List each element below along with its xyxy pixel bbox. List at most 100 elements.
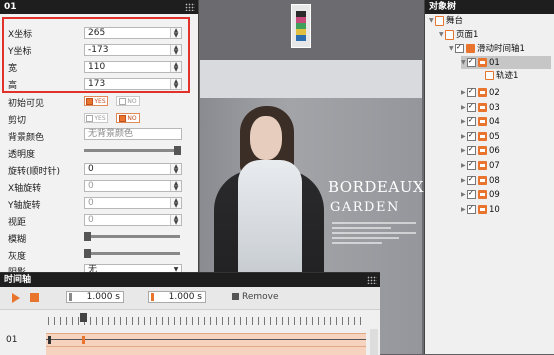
visible-checkbox[interactable]	[467, 129, 476, 142]
initial-visible-label: 初始可见	[8, 99, 45, 109]
brand-title-line1: BORDEAUX	[328, 178, 425, 196]
image-icon	[478, 102, 487, 112]
visible-checkbox[interactable]	[467, 158, 476, 171]
tree-item-09[interactable]: ▶09	[461, 187, 500, 201]
blur-label: 模糊	[8, 235, 27, 245]
clip-no[interactable]: NO	[116, 113, 140, 123]
panel-grip-icon[interactable]	[367, 276, 377, 284]
tree-item-stage[interactable]: ▼ 舞台	[429, 14, 463, 27]
visible-checkbox[interactable]	[467, 85, 476, 98]
image-icon	[478, 175, 487, 185]
rotation-input[interactable]: 0 ▲ ▼	[84, 163, 182, 175]
track-row[interactable]	[46, 333, 366, 347]
timeline-title: 时间轴	[0, 273, 380, 287]
properties-title: 01	[0, 0, 198, 14]
visible-checkbox[interactable]	[467, 187, 476, 200]
spinner-icon[interactable]: ▲ ▼	[170, 215, 181, 226]
hand-icon	[466, 44, 475, 53]
bg-color-input[interactable]: 无背景颜色	[84, 128, 182, 140]
bg-color-label: 背景颜色	[8, 133, 45, 143]
image-icon	[478, 161, 487, 170]
spinner-icon[interactable]: ▲ ▼	[170, 198, 181, 209]
image-icon	[478, 204, 487, 214]
opacity-slider-knob[interactable]	[174, 146, 181, 155]
grayscale-slider[interactable]	[84, 249, 180, 258]
width-label: 宽	[8, 64, 18, 74]
panel-grip-icon[interactable]	[185, 3, 195, 11]
clip-label: 剪切	[8, 116, 27, 126]
x-rotation-input[interactable]: 0 ▲ ▼	[84, 180, 182, 192]
timeline-scrollbar[interactable]	[370, 329, 378, 355]
visible-checkbox[interactable]	[467, 55, 476, 68]
visible-checkbox[interactable]	[467, 114, 476, 127]
blur-slider[interactable]	[84, 232, 180, 241]
timeline-panel: 时间轴 1.000 s 1.000 s Remove 01	[0, 272, 380, 355]
clip-yes[interactable]: YES	[84, 113, 108, 123]
brand-fineprint	[332, 222, 416, 247]
y-rotation-input[interactable]: 0 ▲ ▼	[84, 197, 182, 209]
tree-item-08[interactable]: ▶08	[461, 173, 500, 187]
rotation-label: 旋转(顺时针)	[8, 167, 61, 177]
tree-item-10[interactable]: ▶10	[461, 202, 500, 216]
spinner-icon[interactable]: ▲ ▼	[170, 45, 181, 56]
perspective-label: 视距	[8, 218, 27, 228]
stop-icon[interactable]	[30, 293, 39, 302]
keyframe-selected[interactable]	[82, 336, 85, 344]
grayscale-label: 灰度	[8, 252, 27, 262]
image-icon	[478, 58, 487, 67]
visible-checkbox[interactable]	[467, 143, 476, 156]
width-input[interactable]: 110 ▲ ▼	[84, 61, 182, 73]
object-tree-panel: 对象树 ▼舞台 ▼页面1 ▼滑动时间轴1 ▼01 轨迹1 ▶02▶03▶04▶0…	[424, 0, 554, 354]
x-input[interactable]: 265 ▲ ▼	[84, 27, 182, 39]
time-start-input[interactable]: 1.000 s	[66, 291, 124, 303]
time-end-input[interactable]: 1.000 s	[148, 291, 206, 303]
page-icon	[445, 29, 454, 40]
y-rotation-label: Y轴旋转	[8, 201, 41, 211]
spinner-icon[interactable]: ▲ ▼	[170, 79, 181, 90]
visible-checkbox[interactable]	[467, 202, 476, 215]
spinner-icon[interactable]: ▲ ▼	[170, 164, 181, 175]
tree-item-track[interactable]: 轨迹1	[485, 70, 518, 83]
keyframe[interactable]	[48, 336, 51, 344]
visible-checkbox[interactable]	[455, 41, 464, 54]
tree-item-scroller[interactable]: ▼滑动时间轴1	[449, 41, 525, 55]
initial-visible-no[interactable]: NO	[116, 96, 140, 106]
tree-item-07[interactable]: ▶07	[461, 158, 500, 172]
spinner-icon[interactable]: ▲ ▼	[170, 62, 181, 73]
spinner-icon[interactable]: ▲ ▼	[170, 28, 181, 39]
properties-panel: 01 X坐标 265 ▲ ▼ Y坐标 -173 ▲ ▼ 宽 110 ▲ ▼ 高 173 ▲ ▼ …	[0, 0, 199, 278]
visible-checkbox[interactable]	[467, 173, 476, 186]
playhead-handle[interactable]	[80, 313, 87, 322]
tree-item-05[interactable]: ▶05	[461, 129, 500, 143]
visible-checkbox[interactable]	[467, 100, 476, 113]
blur-slider-knob[interactable]	[84, 232, 91, 241]
track-label: 01	[6, 335, 18, 345]
brand-title-line2: GARDEN	[330, 200, 400, 215]
tree-item-06[interactable]: ▶06	[461, 143, 500, 157]
x-rotation-label: X轴旋转	[8, 184, 42, 194]
initial-visible-yes[interactable]: YES	[84, 96, 108, 106]
grayscale-slider-knob[interactable]	[84, 249, 91, 258]
tree-item-page[interactable]: ▼ 页面1	[439, 28, 478, 41]
perspective-input[interactable]: 0 ▲ ▼	[84, 214, 182, 226]
remove-icon	[232, 293, 239, 300]
remove-button[interactable]: Remove	[232, 291, 279, 303]
tree-item-04[interactable]: ▶04	[461, 114, 500, 128]
image-icon	[478, 131, 487, 141]
tree-item-01[interactable]: ▼01	[461, 55, 551, 69]
image-icon	[478, 88, 487, 97]
stage-icon	[435, 15, 444, 26]
track-icon	[485, 71, 494, 80]
height-label: 高	[8, 81, 18, 91]
tree-item-02[interactable]: ▶02	[461, 85, 500, 99]
timeline-ruler[interactable]	[48, 317, 366, 325]
play-icon[interactable]	[12, 293, 20, 303]
opacity-slider[interactable]	[84, 146, 181, 155]
page-thumbnail[interactable]	[291, 4, 311, 48]
spinner-icon[interactable]: ▲ ▼	[170, 181, 181, 192]
tree-item-03[interactable]: ▶03	[461, 100, 500, 114]
height-input[interactable]: 173 ▲ ▼	[84, 78, 182, 90]
object-tree-title: 对象树	[425, 0, 554, 14]
y-input[interactable]: -173 ▲ ▼	[84, 44, 182, 56]
image-icon	[478, 146, 487, 156]
